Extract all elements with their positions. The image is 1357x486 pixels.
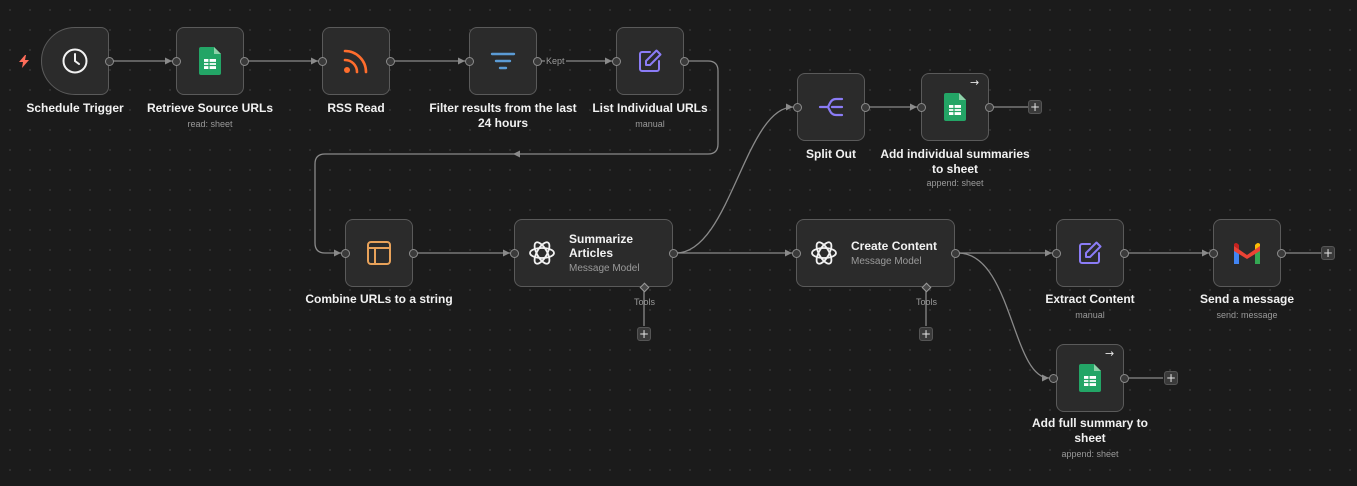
arrowhead: [311, 57, 318, 65]
rss-read-node[interactable]: [322, 27, 390, 95]
node-subtitle: Message Model: [851, 256, 922, 267]
gmail-icon: [1232, 238, 1262, 268]
rss-icon: [341, 46, 371, 76]
tools-label: Tools: [916, 297, 938, 307]
input-port[interactable]: [318, 57, 327, 66]
filter-icon: [488, 46, 518, 76]
output-port[interactable]: [951, 249, 960, 258]
add-tool-button[interactable]: +: [919, 327, 933, 341]
append-arrow-icon: →: [1105, 347, 1115, 360]
input-port[interactable]: [612, 57, 621, 66]
node-subtitle: manual: [635, 119, 665, 129]
arrowhead: [458, 57, 465, 65]
node-label: List Individual URLs: [592, 101, 708, 115]
extract-content-node[interactable]: [1056, 219, 1124, 287]
output-port[interactable]: [861, 103, 870, 112]
arrowhead: [1045, 249, 1052, 257]
input-port[interactable]: [793, 103, 802, 112]
arrowhead: [605, 57, 612, 65]
trigger-bolt-icon: [19, 55, 29, 68]
output-port[interactable]: [1277, 249, 1286, 258]
arrowhead: [910, 103, 917, 111]
node-subtitle: append: sheet: [1061, 449, 1119, 459]
output-port[interactable]: [409, 249, 418, 258]
google-sheets-icon: [195, 46, 225, 76]
aggregate-icon: [364, 238, 394, 268]
clock-icon: [60, 46, 90, 76]
openai-icon: [527, 238, 557, 268]
node-label: Add individual summaries to sheet: [880, 147, 1030, 176]
filter-node[interactable]: [469, 27, 537, 95]
input-port[interactable]: [792, 249, 801, 258]
node-label: RSS Read: [327, 101, 385, 115]
create-content-node[interactable]: Create Content Message Model: [796, 219, 955, 287]
tools-label: Tools: [634, 297, 656, 307]
summarize-articles-node[interactable]: Summarize Articles Message Model: [514, 219, 673, 287]
arrowhead: [1042, 374, 1049, 382]
node-label: Combine URLs to a string: [305, 292, 453, 306]
input-port[interactable]: [1052, 249, 1061, 258]
node-label: Add full summary to sheet: [1031, 416, 1148, 445]
node-title: Summarize Articles: [569, 232, 634, 260]
send-message-node[interactable]: [1213, 219, 1281, 287]
arrowhead: [334, 249, 341, 257]
input-port[interactable]: [1209, 249, 1218, 258]
edit-icon: [1075, 238, 1105, 268]
combine-urls-node[interactable]: [345, 219, 413, 287]
output-port[interactable]: [105, 57, 114, 66]
append-arrow-icon: →: [970, 76, 980, 89]
input-port[interactable]: [1049, 374, 1058, 383]
node-subtitle: send: message: [1216, 310, 1278, 320]
retrieve-source-urls-node[interactable]: [176, 27, 244, 95]
input-port[interactable]: [510, 249, 519, 258]
google-sheets-icon: [1075, 363, 1105, 393]
split-out-node[interactable]: [797, 73, 865, 141]
output-port[interactable]: [985, 103, 994, 112]
node-subtitle: append: sheet: [926, 178, 984, 188]
google-sheets-icon: [940, 92, 970, 122]
node-subtitle: manual: [1075, 310, 1105, 320]
node-subtitle: Message Model: [569, 263, 640, 274]
add-node-button[interactable]: +: [1321, 246, 1335, 260]
node-label: Retrieve Source URLs: [146, 101, 274, 115]
input-port[interactable]: [917, 103, 926, 112]
input-port[interactable]: [341, 249, 350, 258]
output-port[interactable]: [680, 57, 689, 66]
output-port[interactable]: [386, 57, 395, 66]
list-individual-urls-node[interactable]: [616, 27, 684, 95]
add-tool-button[interactable]: +: [637, 327, 651, 341]
input-port[interactable]: [172, 57, 181, 66]
node-label: Send a message: [1199, 292, 1295, 306]
output-label-kept: Kept: [545, 56, 566, 66]
openai-icon: [809, 238, 839, 268]
split-icon: [816, 92, 846, 122]
arrowhead: [165, 57, 172, 65]
add-node-button[interactable]: +: [1028, 100, 1042, 114]
schedule-trigger-node[interactable]: [41, 27, 109, 95]
output-port[interactable]: [1120, 374, 1129, 383]
arrowhead: [1202, 249, 1209, 257]
arrowhead: [785, 249, 792, 257]
arrowhead: [503, 249, 510, 257]
output-port[interactable]: [240, 57, 249, 66]
node-label: Filter results from the last 24 hours: [429, 101, 577, 130]
node-subtitle: read: sheet: [187, 119, 233, 129]
node-title: Create Content: [851, 239, 938, 253]
edit-icon: [635, 46, 665, 76]
node-label: Schedule Trigger: [26, 101, 124, 115]
output-port[interactable]: [669, 249, 678, 258]
workflow-canvas[interactable]: Schedule Trigger Retrieve Source URLs re…: [0, 0, 1357, 486]
node-label: Extract Content: [1045, 292, 1135, 306]
arrowhead: [513, 150, 520, 158]
arrowhead: [786, 103, 793, 111]
output-port-kept[interactable]: [533, 57, 542, 66]
add-node-button[interactable]: +: [1164, 371, 1178, 385]
output-port[interactable]: [1120, 249, 1129, 258]
input-port[interactable]: [465, 57, 474, 66]
